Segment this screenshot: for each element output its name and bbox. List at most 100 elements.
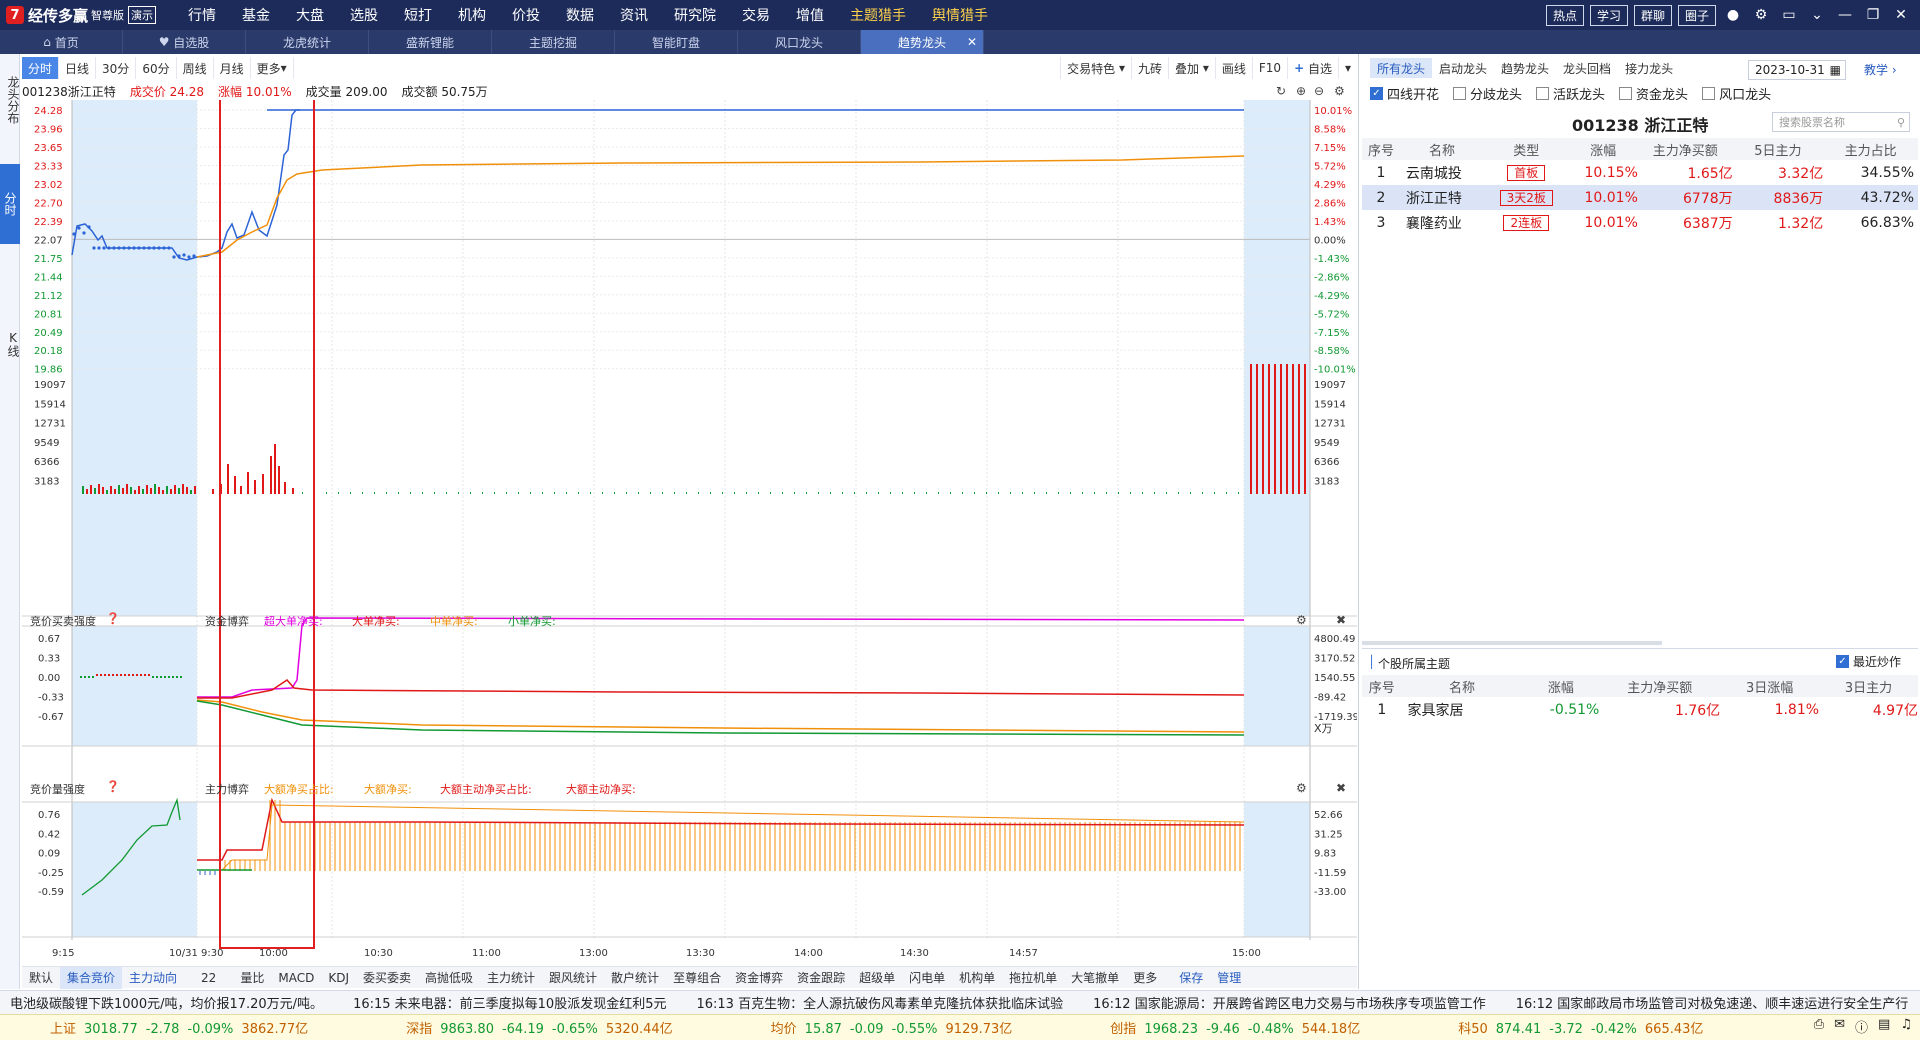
leader-tab-2[interactable]: 趋势龙头 [1494, 58, 1556, 78]
period-30min[interactable]: 30分 [96, 57, 137, 79]
indicator-tab-21[interactable]: 保存 [1172, 967, 1210, 989]
indicator-tab-18[interactable]: 拖拉机单 [1002, 967, 1064, 989]
leader-col-header[interactable]: 主力净买额 [1637, 138, 1733, 160]
circle-button[interactable]: 圈子 [1677, 4, 1716, 26]
news-item[interactable]: 16:15 未来电器：前三季度拟每10股派发现金红利5元 [353, 993, 666, 1012]
tab-watchlist[interactable]: ♥ 自选股 [123, 30, 246, 54]
h-scrollbar[interactable] [1362, 641, 1662, 645]
leader-col-header[interactable]: 涨幅 [1568, 138, 1638, 160]
draw-line-button[interactable]: 画线 [1214, 57, 1252, 79]
leader-col-header[interactable]: 类型 [1484, 138, 1569, 160]
bell-icon[interactable]: ♫ [1900, 1017, 1912, 1036]
indicator-tab-12[interactable]: 至尊组合 [666, 967, 728, 989]
refresh-icon[interactable]: ↻ [1276, 84, 1286, 98]
filter-check-1[interactable]: 分歧龙头 [1453, 84, 1522, 103]
leader-tab-0[interactable]: 所有龙头 [1370, 58, 1433, 78]
indicator-tab-0[interactable]: 默认 [22, 967, 60, 989]
panel2-close-icon[interactable]: ✖ [1336, 613, 1346, 627]
user-icon[interactable]: ● [1722, 5, 1744, 25]
news-item[interactable]: 16:12 国家能源局：开展跨省跨区电力交易与市场秩序专项监管工作 [1093, 993, 1486, 1012]
indicator-tab-3[interactable]: 22 [194, 967, 223, 989]
indicator-tab-10[interactable]: 跟风统计 [542, 967, 604, 989]
nav-intraday[interactable]: 分时 [0, 164, 20, 244]
menu-item-13[interactable]: 舆情猎手 [919, 5, 1001, 25]
restore-icon[interactable]: ❐ [1862, 5, 1884, 25]
theme-col-header[interactable]: 主力净买额 [1599, 675, 1721, 697]
index-1[interactable]: 深指 9863.80 -64.19 -0.65% 5320.44亿 [406, 1018, 680, 1037]
learn-button[interactable]: 学习 [1589, 4, 1628, 26]
menu-item-5[interactable]: 机构 [445, 5, 499, 25]
filter-check-0[interactable]: ✓ 四线开花 [1370, 84, 1439, 103]
indicator-tab-14[interactable]: 资金跟踪 [790, 967, 852, 989]
recent-checkbox[interactable]: ✓ 最近炒作 [1836, 653, 1901, 670]
indicator-tab-20[interactable]: 更多 [1126, 967, 1164, 989]
tab-home[interactable]: ⌂ 首页 [0, 30, 123, 54]
nav-kline[interactable]: K线 [0, 314, 20, 374]
index-3[interactable]: 创指 1968.23 -9.46 -0.48% 544.18亿 [1110, 1018, 1368, 1037]
indicator-tab-1[interactable]: 集合竞价 [60, 966, 123, 989]
nine-brick-button[interactable]: 九砖 [1131, 57, 1168, 79]
filter-check-2[interactable]: 活跃龙头 [1536, 84, 1605, 103]
zoom-in-icon[interactable]: ⊕ [1296, 84, 1306, 98]
indicator-tab-11[interactable]: 散户统计 [604, 967, 666, 989]
panel3-close-icon[interactable]: ✖ [1336, 781, 1346, 795]
leader-tab-3[interactable]: 龙头回档 [1556, 58, 1618, 78]
news-item[interactable]: 电池级碳酸锂下跌1000元/吨，均价报17.20万元/吨。 [10, 993, 323, 1012]
layout-icon[interactable]: ▭ [1778, 5, 1800, 25]
news-item[interactable]: 16:12 国家邮政局市场监管司对极兔速递、顺丰速运进行安全生产行 [1516, 993, 1909, 1012]
overlay-dropdown[interactable]: 叠加 ▾ [1168, 57, 1215, 79]
mail-icon[interactable]: ✉ [1834, 1017, 1845, 1036]
indicator-tab-16[interactable]: 闪电单 [902, 967, 952, 989]
filter-check-4[interactable]: 风口龙头 [1702, 84, 1771, 103]
info-icon[interactable]: ⓘ [1855, 1017, 1868, 1036]
theme-row[interactable]: 1 家具家居 -0.51% 1.76亿 1.81% 4.97亿 [1362, 697, 1918, 722]
period-monthly[interactable]: 月线 [214, 57, 251, 79]
index-4[interactable]: 科50 874.41 -3.72 -0.42% 665.43亿 [1458, 1018, 1711, 1037]
menu-item-6[interactable]: 价投 [499, 5, 553, 25]
indicator-tab-2[interactable]: 主力动向 [122, 967, 184, 989]
group-chat-button[interactable]: 群聊 [1633, 4, 1672, 26]
indicator-tab-17[interactable]: 机构单 [952, 967, 1002, 989]
chart-icon[interactable]: ▤ [1878, 1017, 1890, 1036]
filter-check-3[interactable]: 资金龙头 [1619, 84, 1688, 103]
leader-row[interactable]: 1 云南城投 首板 10.15% 1.65亿 3.32亿 34.55% [1362, 160, 1918, 185]
help-icon[interactable]: ❓ [106, 612, 120, 625]
menu-item-10[interactable]: 交易 [729, 5, 783, 25]
tab-dragon-tiger[interactable]: 龙虎统计 [246, 30, 369, 54]
menu-item-4[interactable]: 短打 [391, 5, 445, 25]
theme-col-header[interactable]: 3日涨幅 [1720, 675, 1820, 697]
tab-wind-leader[interactable]: 风口龙头 [738, 30, 861, 54]
settings-icon[interactable]: ⚙ [1334, 84, 1345, 98]
tab-theme-mining[interactable]: 主题挖掘 [492, 30, 615, 54]
menu-item-7[interactable]: 数据 [553, 5, 607, 25]
date-picker[interactable]: 2023-10-31 ▦ [1748, 60, 1846, 80]
indicator-tab-5[interactable]: MACD [271, 967, 321, 989]
leader-row[interactable]: 3 襄隆药业 2连板 10.01% 6387万 1.32亿 66.83% [1362, 210, 1918, 235]
indicator-tab-6[interactable]: KDJ [321, 967, 356, 989]
period-daily[interactable]: 日线 [59, 57, 97, 79]
hot-button[interactable]: 热点 [1545, 4, 1584, 26]
teach-link[interactable]: 教学 › [1864, 61, 1897, 78]
stock-search-input[interactable]: 搜索股票名称 ⚲ [1772, 112, 1910, 132]
period-weekly[interactable]: 周线 [177, 57, 214, 79]
menu-item-3[interactable]: 选股 [337, 5, 391, 25]
tab-trend-leader[interactable]: 趋势龙头 ✕ [861, 30, 984, 54]
indicator-tab-9[interactable]: 主力统计 [480, 967, 542, 989]
index-0[interactable]: 上证 3018.77 -2.78 -0.09% 3862.77亿 [50, 1018, 316, 1037]
leader-col-header[interactable]: 主力占比 [1823, 138, 1918, 160]
theme-col-header[interactable]: 序号 [1362, 675, 1402, 697]
indicator-tab-4[interactable]: 量比 [233, 967, 271, 989]
theme-col-header[interactable]: 涨幅 [1522, 675, 1600, 697]
period-more[interactable]: 更多 ▾ [251, 57, 294, 79]
f10-button[interactable]: F10 [1251, 57, 1287, 79]
indicator-tab-13[interactable]: 资金博弈 [728, 967, 790, 989]
index-2[interactable]: 均价 15.87 -0.09 -0.55% 9129.73亿 [771, 1018, 1021, 1037]
tab-shengxin[interactable]: 盛新锂能 [369, 30, 492, 54]
close-icon[interactable]: ✕ [1890, 5, 1912, 25]
minimize-icon[interactable]: — [1834, 5, 1856, 25]
leader-col-header[interactable]: 序号 [1362, 138, 1400, 160]
menu-item-9[interactable]: 研究院 [661, 5, 729, 25]
indicator-tab-19[interactable]: 大笔撤单 [1064, 967, 1126, 989]
add-watchlist-button[interactable]: + 自选 [1287, 57, 1338, 79]
theme-col-header[interactable]: 3日主力 [1819, 675, 1918, 697]
